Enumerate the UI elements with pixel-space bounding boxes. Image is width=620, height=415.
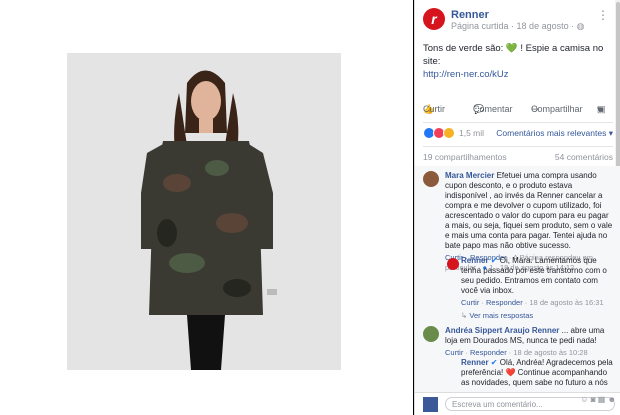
avatar[interactable] [423, 326, 439, 342]
verified-icon: ✔ [490, 256, 498, 265]
comments-count[interactable]: 54 comentários [555, 152, 613, 162]
avatar[interactable] [423, 171, 439, 187]
verified-icon: ✔ [490, 358, 498, 367]
photo-viewer [0, 0, 413, 415]
post-header: r Renner Página curtida · 18 de agosto ·… [423, 8, 613, 36]
sticker-icon[interactable]: ☻ [608, 395, 616, 404]
composer-tools: ☺ ◙ ▦ ☻ [580, 393, 616, 407]
post-panel: r Renner Página curtida · 18 de agosto ·… [414, 0, 620, 415]
renner-reply-avatar[interactable] [447, 258, 459, 270]
user-avatar [423, 397, 438, 412]
emoji-icon[interactable]: ☺ [580, 395, 588, 404]
shares-count[interactable]: 19 compartilhamentos [423, 152, 507, 162]
model-camo-shirt-image [67, 53, 341, 370]
product-photo[interactable] [67, 53, 341, 370]
post-actions: 👍 Curtir 💬 Comentar ↪ Compartilhar ▣ ▾ [423, 104, 606, 115]
reaction-icons[interactable] [423, 127, 455, 139]
reply-1: Renner ✔ Oi, Mara. Lamentamos que tenha … [461, 256, 607, 320]
post-meta: Página curtida · 18 de agosto · ◍ [451, 21, 585, 31]
wow-reaction-icon [443, 127, 455, 139]
reply-2: Renner ✔ Olá, Andréa! Agradecemos pela p… [461, 358, 613, 387]
gif-icon[interactable]: ▦ [598, 395, 606, 404]
reaction-count[interactable]: 1,5 mil [459, 128, 484, 138]
more-replies-link[interactable]: Ver mais respostas [469, 311, 533, 320]
globe-icon: ◍ [576, 21, 585, 31]
comment-composer: Escreva um comentário... ☺ ◙ ▦ ☻ [415, 392, 620, 415]
comment-sort-dropdown[interactable]: Comentários mais relevantes ▾ [496, 128, 613, 139]
shares-row: 19 compartilhamentos 54 comentários [423, 152, 613, 162]
profile-selector[interactable]: ▣ ▾ [597, 104, 606, 115]
post-link[interactable]: http://ren-ner.co/kUz [423, 69, 509, 80]
camera-icon[interactable]: ◙ [591, 395, 596, 404]
renner-logo[interactable]: r [423, 8, 445, 30]
page-name[interactable]: Renner [451, 9, 489, 21]
post-text: Tons de verde são: 💚 ! Espie a camisa no… [423, 43, 604, 80]
reply-arrow-icon: ↳ [461, 311, 468, 320]
comment-2: Andréa Sippert Araujo Renner ... abre um… [445, 326, 605, 357]
reactions-bar: 1,5 mil Comentários mais relevantes ▾ [423, 127, 613, 141]
avatar-icon: ▣ [597, 104, 606, 114]
options-icon[interactable]: ⋮ [597, 8, 609, 22]
